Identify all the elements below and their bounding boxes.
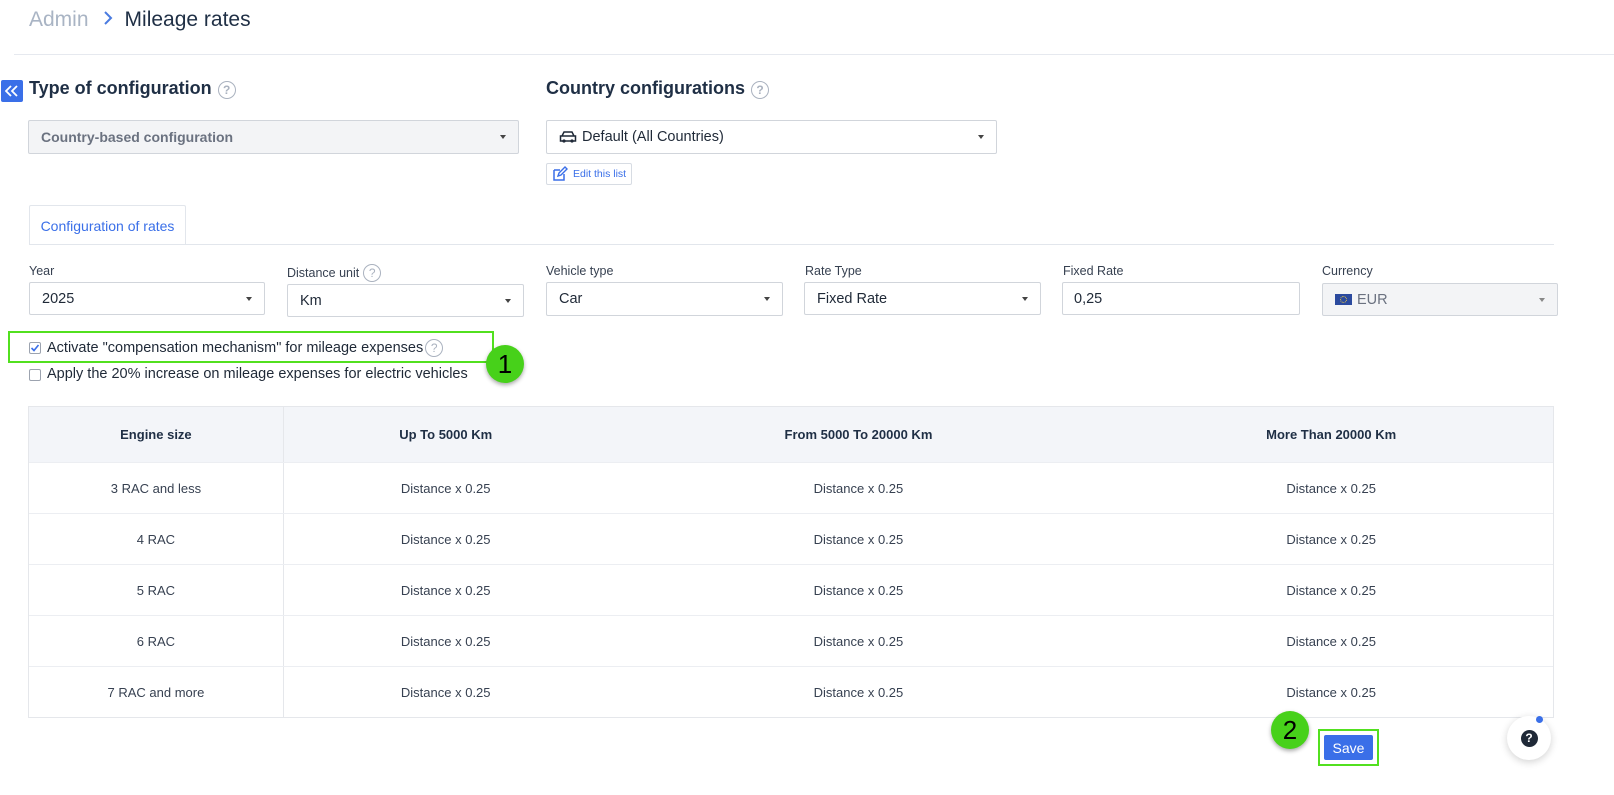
header-more-than-20000: More Than 20000 Km	[1266, 427, 1397, 442]
type-config-heading: Type of configuration ?	[29, 78, 236, 99]
vehicle-type-label: Vehicle type	[546, 264, 614, 278]
rate-type-select[interactable]: Fixed Rate	[804, 282, 1041, 315]
chevron-right-icon	[103, 9, 113, 32]
rate-cell: Distance x 0.25	[1286, 684, 1376, 700]
engine-size-cell: 3 RAC and less	[29, 463, 284, 513]
tab-configuration-of-rates[interactable]: Configuration of rates	[29, 205, 186, 245]
caret-down-icon	[500, 135, 506, 139]
table-row: 5 RAC Distance x 0.25 Distance x 0.25 Di…	[29, 564, 1553, 615]
currency-select[interactable]: EUR	[1322, 283, 1558, 316]
check-icon	[30, 344, 40, 352]
save-button[interactable]: Save	[1324, 735, 1373, 760]
distance-unit-select[interactable]: Km	[287, 284, 524, 317]
year-label: Year	[29, 264, 55, 278]
chevrons-left-icon	[5, 85, 18, 97]
rate-cell: Distance x 0.25	[1286, 531, 1376, 547]
tab-divider	[29, 244, 1554, 245]
table-row: 7 RAC and more Distance x 0.25 Distance …	[29, 666, 1553, 717]
rate-cell: Distance x 0.25	[813, 633, 904, 649]
edit-list-button[interactable]: Edit this list	[546, 163, 633, 185]
fixed-rate-value: 0,25	[1074, 290, 1103, 307]
country-config-title: Country configurations	[546, 78, 745, 98]
compensation-label: Activate "compensation mechanism" for mi…	[47, 340, 424, 356]
rates-table: Engine size Up To 5000 Km From 5000 To 2…	[28, 406, 1554, 718]
caret-down-icon	[246, 296, 252, 301]
country-config-select[interactable]: Default (All Countries)	[546, 120, 997, 154]
help-circle-icon[interactable]: ?	[751, 81, 769, 99]
rate-cell: Distance x 0.25	[813, 531, 904, 547]
vehicle-type-value: Car	[559, 291, 583, 307]
rate-cell: Distance x 0.25	[813, 684, 904, 700]
header-5000-to-20000: From 5000 To 20000 Km	[784, 427, 933, 442]
caret-down-icon	[978, 135, 984, 139]
country-config-select-value: Default (All Countries)	[582, 129, 724, 145]
caret-down-icon	[1539, 297, 1545, 302]
rate-cell: Distance x 0.25	[1286, 480, 1376, 496]
electric-checkbox-row[interactable]: Apply the 20% increase on mileage expens…	[29, 366, 468, 382]
table-row: 4 RAC Distance x 0.25 Distance x 0.25 Di…	[29, 513, 1553, 564]
caret-down-icon	[764, 297, 770, 301]
rate-type-value: Fixed Rate	[817, 290, 888, 307]
currency-label: Currency	[1322, 264, 1373, 278]
collapse-sidebar-button[interactable]	[1, 80, 23, 102]
rate-cell: Distance x 0.25	[1286, 633, 1376, 649]
table-row: 3 RAC and less Distance x 0.25 Distance …	[29, 462, 1553, 513]
help-circle-icon[interactable]: ?	[425, 339, 444, 357]
eu-flag-icon	[1335, 294, 1352, 305]
caret-down-icon	[1022, 296, 1028, 301]
help-circle-icon: ?	[1520, 729, 1538, 747]
electric-label: Apply the 20% increase on mileage expens…	[47, 366, 468, 382]
rate-cell: Distance x 0.25	[1286, 582, 1376, 598]
compensation-checkbox-row[interactable]: Activate "compensation mechanism" for mi…	[29, 339, 444, 357]
currency-value: EUR	[1357, 291, 1388, 308]
table-header: Engine size Up To 5000 Km From 5000 To 2…	[29, 407, 1553, 462]
fixed-rate-label: Fixed Rate	[1063, 264, 1124, 278]
notification-dot	[1536, 716, 1543, 723]
annotation-marker-2: 2	[1271, 711, 1309, 749]
rate-type-label: Rate Type	[805, 264, 862, 278]
engine-size-cell: 7 RAC and more	[29, 667, 284, 717]
help-circle-icon[interactable]: ?	[363, 264, 382, 282]
distance-unit-label: Distance unit	[287, 266, 360, 280]
rate-cell: Distance x 0.25	[400, 633, 491, 649]
page-title: Mileage rates	[124, 8, 251, 31]
type-config-select[interactable]: Country-based configuration	[28, 120, 519, 154]
rate-cell: Distance x 0.25	[813, 480, 904, 496]
type-config-select-value: Country-based configuration	[41, 129, 234, 145]
vehicle-type-select[interactable]: Car	[546, 282, 783, 316]
distance-unit-label-row: Distance unit ?	[287, 264, 382, 282]
engine-size-cell: 5 RAC	[29, 565, 284, 615]
breadcrumb-admin-link[interactable]: Admin	[29, 8, 89, 32]
table-row: 6 RAC Distance x 0.25 Distance x 0.25 Di…	[29, 615, 1553, 666]
rate-cell: Distance x 0.25	[400, 582, 491, 598]
breadcrumb: Admin Mileage rates	[29, 8, 251, 32]
year-select[interactable]: 2025	[29, 282, 265, 315]
distance-unit-value: Km	[300, 292, 322, 309]
tab-label: Configuration of rates	[40, 217, 175, 234]
edit-icon	[553, 166, 568, 181]
year-value: 2025	[42, 290, 75, 307]
header-engine-size: Engine size	[29, 407, 284, 462]
rate-cell: Distance x 0.25	[400, 684, 491, 700]
edit-list-label: Edit this list	[573, 168, 627, 180]
help-widget-button[interactable]: ?	[1507, 716, 1551, 760]
engine-size-cell: 6 RAC	[29, 616, 284, 666]
help-circle-icon[interactable]: ?	[217, 81, 236, 99]
annotation-marker-1: 1	[486, 345, 524, 383]
caret-down-icon	[505, 298, 511, 303]
rate-cell: Distance x 0.25	[400, 531, 491, 547]
engine-size-cell: 4 RAC	[29, 514, 284, 564]
rate-cell: Distance x 0.25	[400, 480, 491, 496]
fixed-rate-input[interactable]: 0,25	[1062, 282, 1300, 315]
country-config-heading: Country configurations ?	[546, 78, 769, 99]
header-up-to-5000: Up To 5000 Km	[399, 427, 493, 442]
highlight-box-2: Save	[1318, 729, 1379, 766]
type-config-title: Type of configuration	[29, 78, 212, 98]
compensation-checkbox[interactable]	[29, 342, 41, 354]
car-icon	[559, 131, 577, 143]
electric-checkbox[interactable]	[29, 369, 41, 381]
rate-cell: Distance x 0.25	[813, 582, 904, 598]
header-divider	[14, 54, 1614, 55]
